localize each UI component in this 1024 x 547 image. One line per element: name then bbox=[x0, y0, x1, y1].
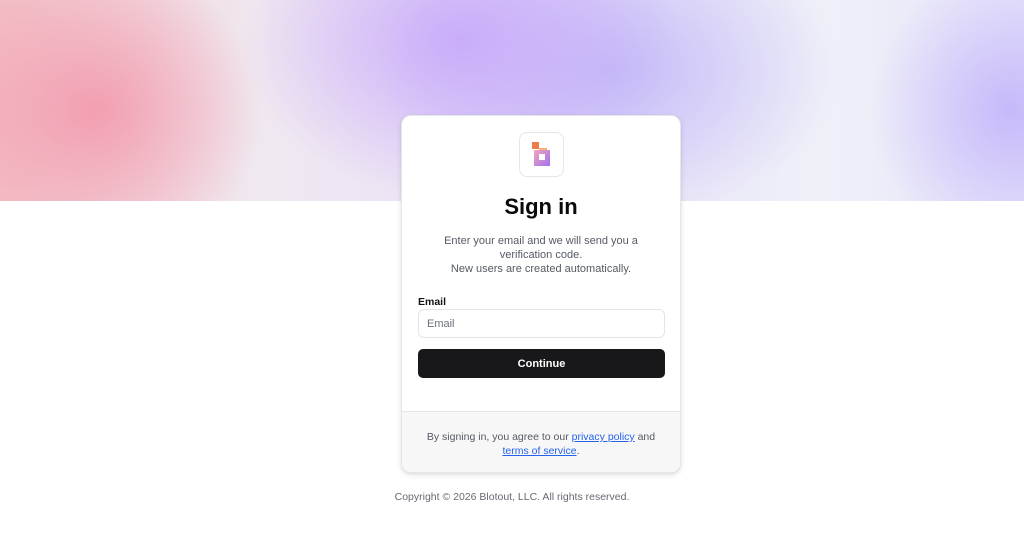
legal-notice: By signing in, you agree to our privacy … bbox=[418, 430, 664, 458]
description-line: New users are created automatically. bbox=[450, 263, 632, 275]
card-footer: By signing in, you agree to our privacy … bbox=[402, 411, 680, 472]
terms-of-service-link[interactable]: terms of service bbox=[502, 445, 576, 457]
legal-suffix: . bbox=[576, 445, 580, 457]
logo bbox=[519, 132, 564, 177]
copyright-text: Copyright © 2026 Blotout, LLC. All right… bbox=[394, 491, 630, 503]
sign-in-description: Enter your email and we will send you a … bbox=[418, 234, 664, 276]
legal-joiner: and bbox=[637, 431, 656, 443]
description-line: Enter your email and we will send you a … bbox=[444, 235, 638, 261]
email-label: Email bbox=[418, 296, 447, 308]
page-title: Sign in bbox=[504, 194, 578, 219]
legal-prefix: By signing in, you agree to our bbox=[426, 431, 572, 443]
continue-button[interactable]: Continue bbox=[418, 349, 665, 378]
sign-in-card: Sign in Enter your email and we will sen… bbox=[401, 115, 681, 473]
blotout-logo-icon bbox=[532, 142, 550, 166]
privacy-policy-link[interactable]: privacy policy bbox=[572, 431, 635, 443]
email-field[interactable] bbox=[418, 309, 665, 338]
